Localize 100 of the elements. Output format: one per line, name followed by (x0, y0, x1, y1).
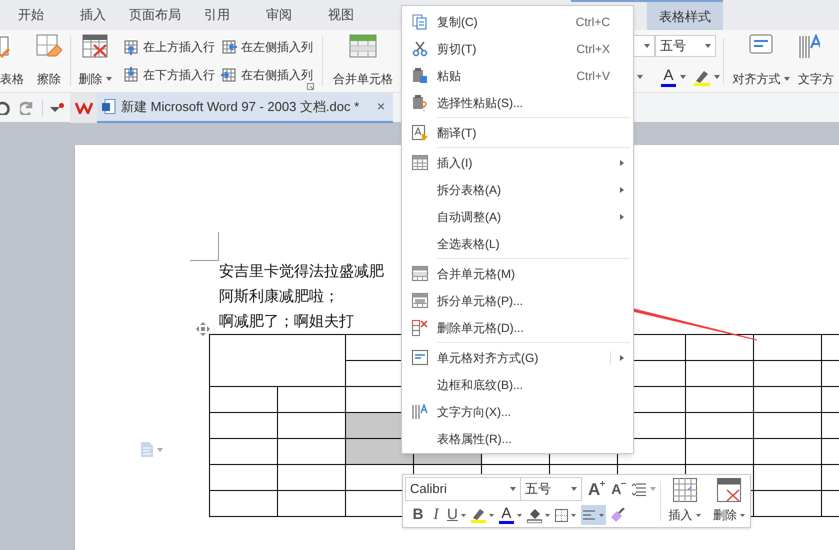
ribbon-button[interactable]: 在左侧插入列 (221, 36, 313, 58)
table-cell[interactable] (278, 386, 346, 412)
ribbon-tab[interactable]: 插入 (62, 0, 124, 30)
caret-icon (696, 514, 701, 516)
ribbon-tab[interactable]: 引用 (186, 0, 248, 30)
bold-button[interactable]: B (411, 504, 425, 526)
grow-font-button[interactable]: A (588, 480, 606, 498)
ribbon-tab[interactable]: 表格样式 (647, 2, 723, 32)
ribbon-button[interactable]: 对齐方式 (730, 30, 792, 92)
font-size-field[interactable]: 五号 (655, 35, 716, 57)
menu-item[interactable]: 选择性粘贴(S)... (402, 89, 633, 116)
menu-item[interactable]: 剪切(T) Ctrl+X (402, 35, 633, 62)
menu-item[interactable]: 表格属性(R)... (402, 425, 633, 452)
table-cell[interactable] (210, 438, 278, 464)
menu-item[interactable]: 翻译(T) (402, 119, 633, 146)
table-icon (412, 154, 428, 170)
ribbon-tab[interactable]: 审阅 (248, 0, 310, 30)
move-handle-icon[interactable] (196, 322, 210, 336)
table-cell[interactable] (210, 334, 346, 386)
font-size-field[interactable]: 五号 (521, 477, 582, 501)
menu-item[interactable]: 边框和底纹(B)... (402, 371, 633, 398)
font-color-button[interactable]: A (661, 68, 676, 86)
ribbon-button[interactable]: 表格 (0, 30, 26, 92)
table-cell[interactable] (754, 412, 822, 438)
table-cell[interactable] (210, 490, 278, 516)
menu-item[interactable]: 单元格对齐方式(G) (402, 344, 633, 371)
font-color-button[interactable]: A (498, 506, 522, 524)
caret-icon (570, 514, 576, 516)
ribbon-button[interactable]: 在右侧插入列 (221, 64, 313, 86)
redo-icon[interactable] (20, 100, 34, 114)
menu-item[interactable]: 自动调整(A) (402, 203, 633, 230)
table-cell[interactable] (754, 438, 822, 464)
table-cell[interactable] (686, 386, 754, 412)
caret-icon[interactable] (637, 75, 643, 79)
shrink-font-button[interactable]: A (611, 482, 626, 496)
menu-item[interactable]: 全选表格(L) (402, 230, 633, 257)
paste-special-icon (412, 94, 428, 110)
fill-color-button[interactable] (526, 507, 550, 523)
ribbon-button[interactable]: 合并单元格 (331, 30, 395, 92)
highlighter-icon[interactable] (694, 68, 710, 86)
table-cell[interactable] (278, 412, 346, 438)
shortcut-text: Ctrl+C (576, 14, 610, 30)
table-cell[interactable] (278, 464, 346, 490)
table-cell[interactable] (278, 438, 346, 464)
ribbon-tab[interactable]: 页面布局 (124, 0, 186, 30)
caret-icon (571, 487, 577, 491)
text-direction-icon (798, 34, 820, 60)
margin-corner-mark (190, 232, 219, 261)
table-cell[interactable] (210, 412, 278, 438)
menu-item[interactable]: 插入(I) (402, 149, 633, 176)
menu-item[interactable]: 复制(C) Ctrl+C (402, 8, 633, 35)
menu-item[interactable]: 文字方向(X)... (402, 398, 633, 425)
table-cell[interactable] (686, 438, 754, 464)
caret-icon (705, 44, 711, 48)
menu-item[interactable]: 拆分表格(A) (402, 176, 633, 203)
customize-icon[interactable] (50, 102, 64, 112)
table-cell[interactable] (754, 464, 822, 490)
delete-button[interactable]: 删除 (708, 475, 750, 527)
format-painter-icon[interactable] (610, 508, 625, 522)
table-cell[interactable] (754, 490, 822, 516)
italic-button[interactable]: I (430, 503, 442, 527)
highlight-button[interactable] (470, 507, 494, 523)
translate-icon (412, 124, 428, 140)
menu-item[interactable]: 删除单元格(D)... (402, 314, 633, 341)
document-icon (102, 99, 116, 114)
align-button[interactable] (580, 505, 606, 525)
app-logo-button[interactable] (70, 92, 97, 122)
table-cell[interactable] (754, 386, 822, 412)
underline-button[interactable]: U (447, 504, 466, 526)
caret-icon[interactable] (714, 75, 720, 79)
line-spacing-icon[interactable] (632, 482, 646, 496)
close-button[interactable]: × (376, 96, 385, 117)
caret-icon[interactable] (680, 75, 686, 79)
table-cell[interactable] (686, 360, 754, 386)
table-cell[interactable] (754, 360, 822, 386)
font-field[interactable]: Calibri (405, 477, 521, 501)
table-cell[interactable] (278, 490, 346, 516)
table-cell[interactable] (686, 334, 754, 360)
insert-button[interactable]: 插入 (663, 475, 706, 527)
caret-icon (460, 514, 466, 516)
ribbon-button[interactable]: 删除 (75, 30, 115, 92)
launcher-icon[interactable] (307, 83, 314, 90)
undo-icon[interactable] (0, 100, 10, 114)
menu-item[interactable]: 合并单元格(M) (402, 260, 633, 287)
ribbon-button[interactable]: 擦除 (32, 30, 66, 92)
ribbon-button[interactable]: 在下方插入行 (123, 64, 215, 86)
shortcut-text: Ctrl+V (576, 68, 610, 84)
menu-item[interactable]: 拆分单元格(P)... (402, 287, 633, 314)
ribbon-tab[interactable]: 视图 (310, 0, 372, 30)
table-cell[interactable] (210, 386, 278, 412)
ribbon-button[interactable]: 文字方 (798, 30, 838, 92)
borders-button[interactable] (554, 508, 576, 522)
table-cell[interactable] (686, 412, 754, 438)
table-cell[interactable] (754, 334, 822, 360)
ribbon-tab[interactable]: 开始 (0, 0, 62, 30)
document-tab[interactable]: 新建 Microsoft Word 97 - 2003 文档.doc * × (97, 92, 393, 122)
menu-item[interactable]: 粘贴 Ctrl+V (402, 62, 633, 89)
font-field[interactable] (633, 35, 655, 57)
ribbon-button[interactable]: 在上方插入行 (123, 36, 215, 58)
table-cell[interactable] (210, 464, 278, 490)
